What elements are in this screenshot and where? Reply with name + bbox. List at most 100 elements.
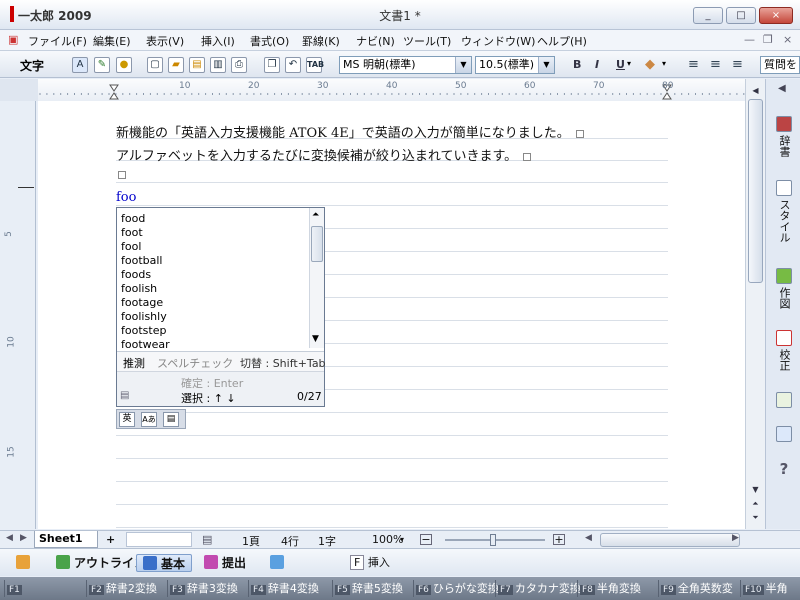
menu-format[interactable]: 書式(O) xyxy=(250,33,289,49)
fkey-f5[interactable]: F5 辞書5変換 xyxy=(332,580,403,597)
candidate-item[interactable]: footstep xyxy=(121,324,166,337)
candidate-item[interactable]: foods xyxy=(121,268,151,281)
shading-icon[interactable]: ● xyxy=(116,57,132,73)
doc-close-button[interactable]: × xyxy=(783,33,792,46)
highlighter-icon[interactable]: ✎ xyxy=(94,57,110,73)
menu-file[interactable]: ファイル(F) xyxy=(28,33,87,49)
menu-edit[interactable]: 編集(E) xyxy=(93,33,131,49)
fkey-f7[interactable]: F7 カタカナ変換 xyxy=(495,580,581,597)
mode-submit[interactable]: 提出 xyxy=(198,554,252,572)
panel-collapse-icon[interactable]: ◀ xyxy=(778,83,786,94)
tab-predict[interactable]: 推測 xyxy=(123,355,145,371)
add-sheet-button[interactable]: + xyxy=(106,533,115,546)
document-menu-icon[interactable]: ▣ xyxy=(8,33,18,46)
candidate-item[interactable]: foolishly xyxy=(121,310,167,323)
tab-spellcheck[interactable]: スペルチェック xyxy=(157,355,233,371)
side-dictionary[interactable]: 辞書 xyxy=(771,116,797,157)
open-folder-icon[interactable]: ▰ xyxy=(168,57,184,73)
fkey-f9[interactable]: F9 全角英数変 xyxy=(658,580,733,597)
underline-dropdown-icon[interactable]: ▾ xyxy=(627,59,631,68)
page-up-icon[interactable]: ⏶ xyxy=(748,497,763,511)
page-down-icon[interactable]: ⏷ xyxy=(748,511,763,525)
mode-draft[interactable] xyxy=(10,554,40,572)
fkey-f3[interactable]: F3 辞書3変換 xyxy=(167,580,238,597)
new-document-icon[interactable]: ▢ xyxy=(147,57,163,73)
zoom-slider-thumb[interactable] xyxy=(490,534,496,546)
fkey-f2[interactable]: F2 辞書2変換 xyxy=(86,580,157,597)
menu-icon[interactable]: ▤ xyxy=(163,412,179,427)
side-item-5[interactable] xyxy=(771,392,797,411)
italic-button[interactable]: I xyxy=(595,58,599,71)
layout-icon[interactable]: ▤ xyxy=(202,533,212,546)
doc-restore-button[interactable]: ❐ xyxy=(763,33,773,46)
fkey-f8[interactable]: F8 半角変換 xyxy=(577,580,641,597)
font-size-select[interactable]: 10.5(標準) ▼ xyxy=(475,56,555,74)
horizontal-ruler[interactable]: 10 20 30 40 50 60 70 80 xyxy=(38,79,745,101)
vertical-ruler[interactable]: 5 10 15 xyxy=(0,101,36,529)
undo-icon[interactable]: ↶ xyxy=(285,57,301,73)
font-color-icon[interactable]: A xyxy=(72,57,88,73)
eraser-icon[interactable]: ◆ xyxy=(645,57,655,72)
sheet-tab[interactable]: Sheet1 xyxy=(34,531,98,548)
horizontal-scrollbar[interactable] xyxy=(600,533,740,547)
bold-button[interactable]: B xyxy=(573,58,581,71)
question-input[interactable]: 質問を xyxy=(760,56,800,74)
save-as-icon[interactable]: ▥ xyxy=(210,57,226,73)
print-icon[interactable]: ⎙ xyxy=(231,57,247,73)
align-left-icon[interactable]: ≡ xyxy=(688,57,699,72)
close-button[interactable]: × xyxy=(759,7,793,24)
minimize-button[interactable]: _ xyxy=(693,7,723,24)
fkey-f1[interactable]: F1 xyxy=(4,580,80,597)
vertical-scrollbar[interactable]: ◀ ▼ ⏶ ⏷ xyxy=(745,79,765,529)
fkey-f4[interactable]: F4 辞書4変換 xyxy=(248,580,319,597)
side-item-6[interactable] xyxy=(771,426,797,445)
underline-button[interactable]: U xyxy=(616,58,625,71)
scroll-thumb[interactable] xyxy=(748,99,763,283)
hscroll-right-icon[interactable]: ▶ xyxy=(732,533,739,543)
copy-icon[interactable]: ❐ xyxy=(264,57,280,73)
zoom-level[interactable]: 100% xyxy=(372,533,403,546)
convert-mode-icon[interactable]: Aあ xyxy=(141,412,157,427)
help-icon[interactable]: ? xyxy=(771,460,797,478)
maximize-button[interactable]: □ xyxy=(726,7,756,24)
zoom-out-button[interactable]: − xyxy=(420,534,432,545)
candidate-item[interactable]: fool xyxy=(121,240,141,253)
sheet-next-icon[interactable]: ▶ xyxy=(20,533,27,543)
candidate-item[interactable]: food xyxy=(121,212,145,225)
memo-icon[interactable]: ▤ xyxy=(120,390,129,401)
candidate-item[interactable]: foolish xyxy=(121,282,157,295)
insert-mode-indicator[interactable]: F 挿入 xyxy=(344,554,396,572)
menu-window[interactable]: ウィンドウ(W) xyxy=(461,33,535,49)
menu-insert[interactable]: 挿入(I) xyxy=(201,33,235,49)
candidate-item[interactable]: foot xyxy=(121,226,143,239)
menu-ruled-line[interactable]: 罫線(K) xyxy=(302,33,340,49)
menu-navi[interactable]: ナビ(N) xyxy=(356,33,395,49)
scroll-down-icon[interactable]: ▼ xyxy=(312,334,319,344)
zoom-in-button[interactable]: + xyxy=(553,534,565,545)
candidate-item[interactable]: football xyxy=(121,254,162,267)
candidate-item[interactable]: footwear xyxy=(121,338,170,351)
menu-tools[interactable]: ツール(T) xyxy=(403,33,451,49)
sheet-prev-icon[interactable]: ◀ xyxy=(6,533,13,543)
ime-scroll-thumb[interactable] xyxy=(311,226,323,262)
align-center-icon[interactable]: ≡ xyxy=(710,57,721,72)
eraser-dropdown-icon[interactable]: ▾ xyxy=(662,59,666,68)
save-icon[interactable]: ▤ xyxy=(189,57,205,73)
fkey-f6[interactable]: F6 ひらがな変換 xyxy=(413,580,499,597)
mode-preview[interactable] xyxy=(264,554,294,572)
scroll-top-icon[interactable]: ◀ xyxy=(748,84,763,98)
zoom-dropdown-icon[interactable]: ▾ xyxy=(400,535,404,544)
side-style[interactable]: スタイル xyxy=(771,180,797,243)
english-mode-icon[interactable]: 英 xyxy=(119,412,135,427)
menu-view[interactable]: 表示(V) xyxy=(146,33,184,49)
scroll-top-icon[interactable]: ⏶ xyxy=(312,210,319,220)
candidate-item[interactable]: footage xyxy=(121,296,163,309)
hscroll-left-icon[interactable]: ◀ xyxy=(585,533,592,543)
font-name-select[interactable]: MS 明朝(標準) ▼ xyxy=(339,56,472,74)
side-proofread[interactable]: 校正 xyxy=(771,330,797,371)
doc-minimize-button[interactable]: — xyxy=(744,33,755,46)
align-right-icon[interactable]: ≡ xyxy=(732,57,743,72)
fkey-f10[interactable]: F10 半角 xyxy=(740,580,788,597)
menu-help[interactable]: ヘルプ(H) xyxy=(537,33,587,49)
tab-icon[interactable]: TAB xyxy=(306,57,324,73)
